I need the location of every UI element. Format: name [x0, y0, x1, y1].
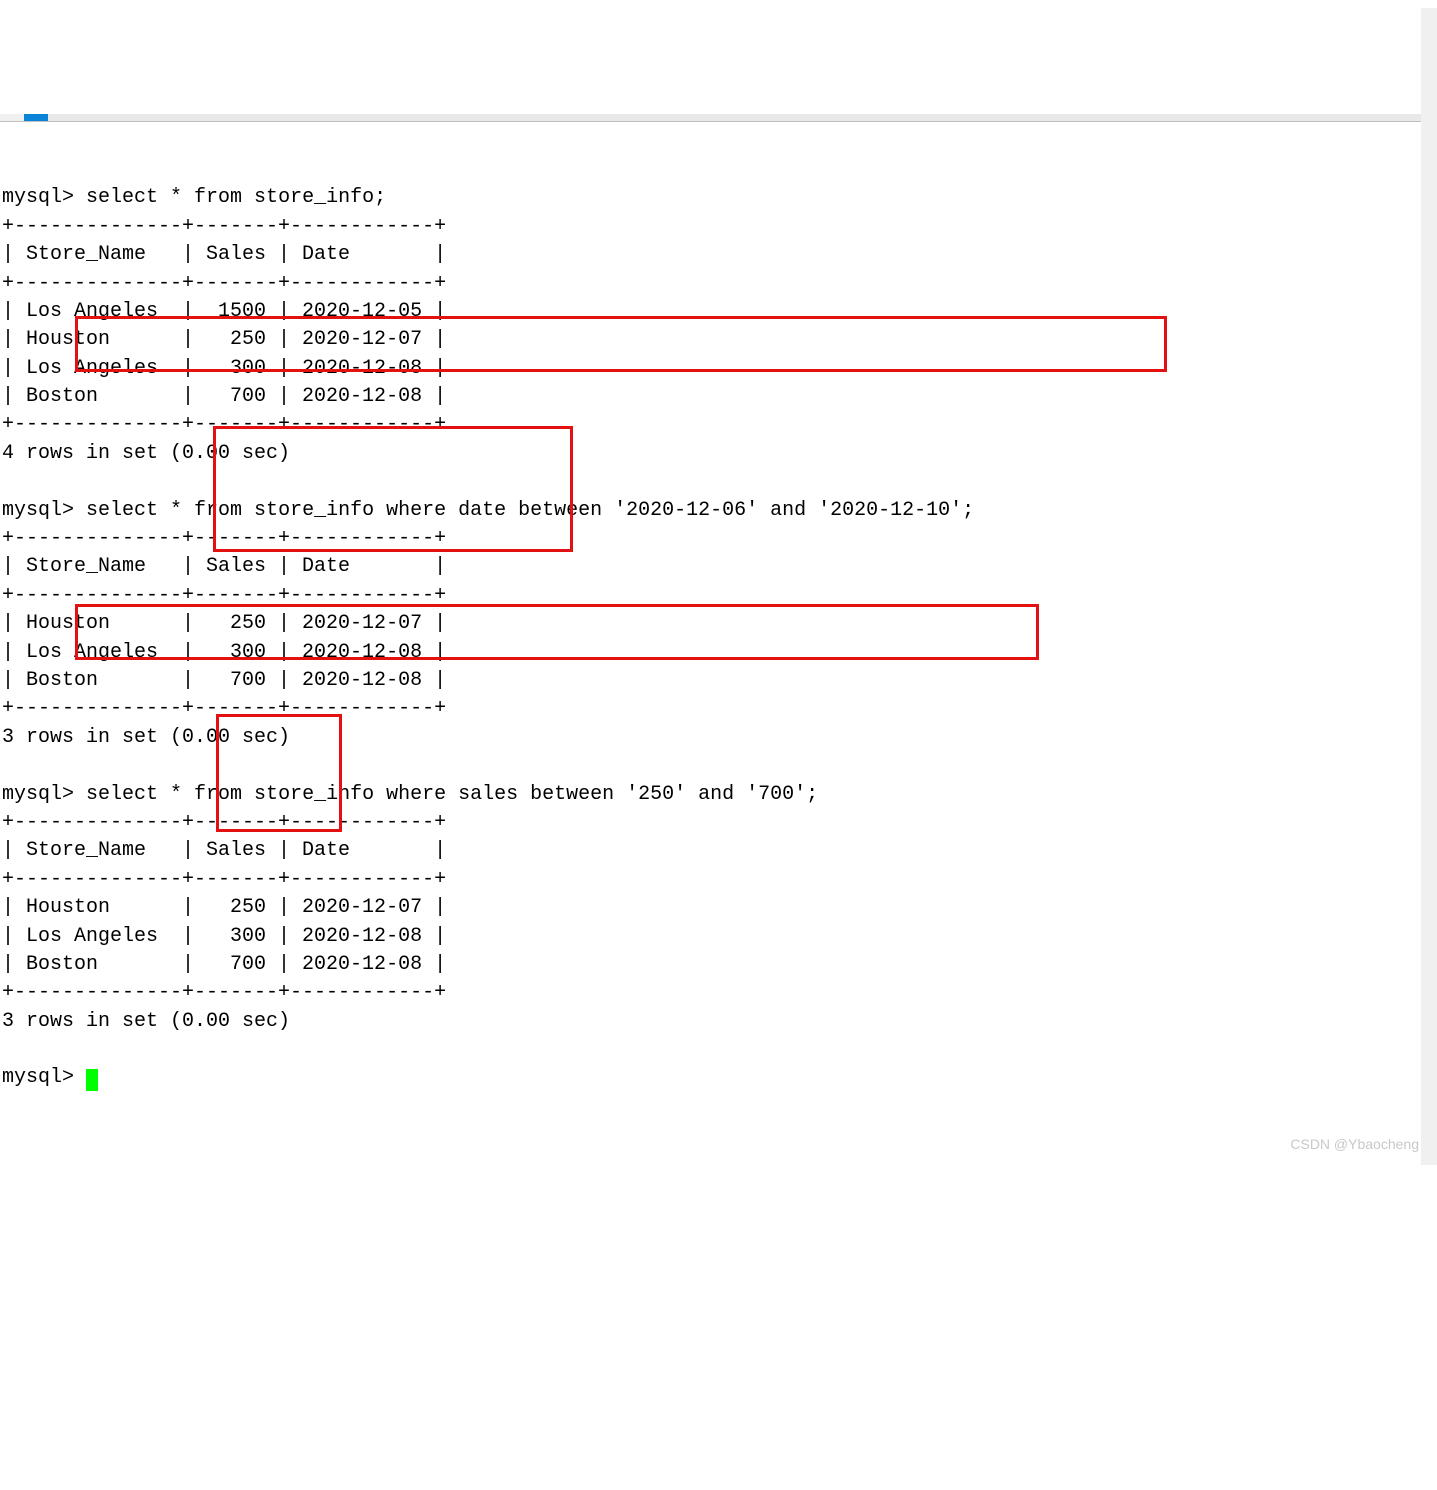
cursor: [86, 1069, 98, 1091]
prompt: mysql>: [2, 1066, 74, 1089]
table-border: +--------------+-------+------------+: [2, 215, 446, 238]
watermark: CSDN @Ybaocheng: [1290, 1135, 1419, 1155]
table-row: | Boston | 700 | 2020-12-08 |: [2, 953, 446, 976]
table-row: | Los Angeles | 300 | 2020-12-08 |: [2, 641, 446, 664]
result-summary: 3 rows in set (0.00 sec): [2, 726, 290, 749]
result-summary: 4 rows in set (0.00 sec): [2, 442, 290, 465]
vertical-scrollbar[interactable]: [1421, 8, 1437, 1165]
table-border: +--------------+-------+------------+: [2, 868, 446, 891]
table-border: +--------------+-------+------------+: [2, 413, 446, 436]
query-2: select * from store_info where date betw…: [86, 499, 974, 522]
tab-active[interactable]: [24, 114, 48, 121]
prompt: mysql>: [2, 499, 74, 522]
table-row: | Houston | 250 | 2020-12-07 |: [2, 328, 446, 351]
tab-bar: [0, 114, 1437, 122]
query-1: select * from store_info;: [86, 186, 386, 209]
table-border: +--------------+-------+------------+: [2, 811, 446, 834]
table-row: | Houston | 250 | 2020-12-07 |: [2, 896, 446, 919]
table-header: | Store_Name | Sales | Date |: [2, 839, 446, 862]
table-row: | Houston | 250 | 2020-12-07 |: [2, 612, 446, 635]
query-3: select * from store_info where sales bet…: [86, 783, 818, 806]
table-row: | Boston | 700 | 2020-12-08 |: [2, 385, 446, 408]
prompt: mysql>: [2, 186, 74, 209]
table-row: | Boston | 700 | 2020-12-08 |: [2, 669, 446, 692]
table-border: +--------------+-------+------------+: [2, 697, 446, 720]
table-header: | Store_Name | Sales | Date |: [2, 555, 446, 578]
tab-inactive[interactable]: [0, 114, 24, 121]
terminal-output[interactable]: mysql> select * from store_info; +------…: [0, 178, 1437, 1093]
table-border: +--------------+-------+------------+: [2, 527, 446, 550]
table-row: | Los Angeles | 1500 | 2020-12-05 |: [2, 300, 446, 323]
table-header: | Store_Name | Sales | Date |: [2, 243, 446, 266]
prompt: mysql>: [2, 783, 74, 806]
table-row: | Los Angeles | 300 | 2020-12-08 |: [2, 357, 446, 380]
table-border: +--------------+-------+------------+: [2, 584, 446, 607]
result-summary: 3 rows in set (0.00 sec): [2, 1010, 290, 1033]
table-border: +--------------+-------+------------+: [2, 981, 446, 1004]
table-row: | Los Angeles | 300 | 2020-12-08 |: [2, 925, 446, 948]
table-border: +--------------+-------+------------+: [2, 272, 446, 295]
